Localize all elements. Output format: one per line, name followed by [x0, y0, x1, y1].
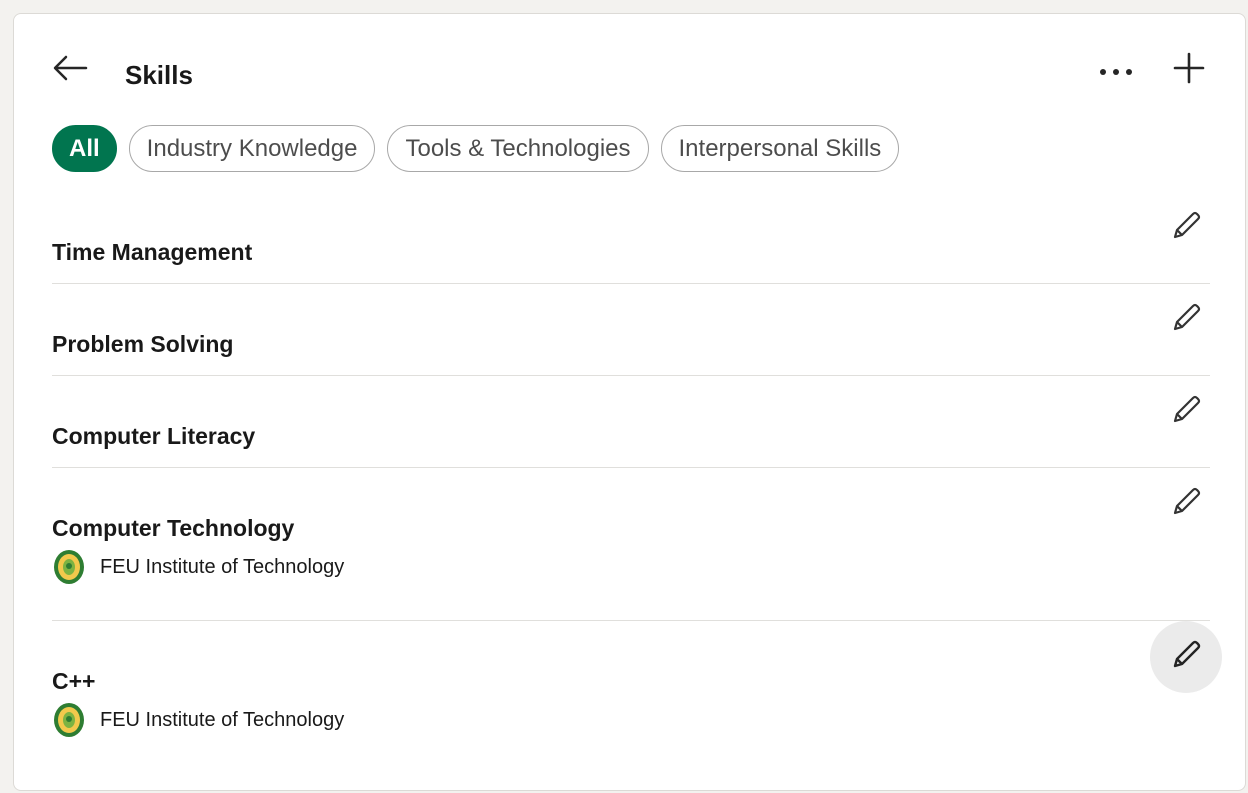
- page-title: Skills: [125, 60, 193, 90]
- edit-skill-button[interactable]: [1150, 621, 1222, 693]
- arrow-left-icon: [52, 54, 88, 87]
- filter-all[interactable]: All: [52, 125, 117, 172]
- pencil-icon: [1169, 485, 1203, 524]
- school-name: FEU Institute of Technology: [100, 555, 345, 578]
- skill-row: Computer Technology FEU Institute of Tec…: [52, 468, 1210, 621]
- filter-industry-knowledge[interactable]: Industry Knowledge: [128, 125, 376, 172]
- skill-name: Computer Technology: [52, 515, 295, 541]
- skill-name: Time Management: [52, 239, 253, 265]
- pencil-icon: [1169, 393, 1203, 432]
- more-options-button[interactable]: [1096, 52, 1136, 92]
- edit-skill-button[interactable]: [1150, 192, 1222, 264]
- skill-row: Problem Solving: [52, 284, 1210, 376]
- skill-filter-tabs: All Industry Knowledge Tools & Technolog…: [52, 125, 900, 172]
- skill-name: C++: [52, 668, 96, 694]
- skill-row: C++ FEU Institute of Technology: [52, 621, 1222, 774]
- pencil-icon: [1169, 638, 1203, 677]
- skill-row: Time Management: [52, 192, 1210, 284]
- edit-skill-button[interactable]: [1150, 376, 1222, 448]
- pencil-icon: [1169, 301, 1203, 340]
- skill-name: Problem Solving: [52, 331, 234, 357]
- skill-row: Computer Literacy: [52, 376, 1210, 468]
- skill-source[interactable]: FEU Institute of Technology: [52, 548, 344, 586]
- more-horizontal-icon: [1099, 63, 1133, 81]
- school-name: FEU Institute of Technology: [100, 708, 345, 731]
- skills-header: Skills: [14, 14, 1245, 124]
- edit-skill-button[interactable]: [1150, 468, 1222, 540]
- skills-list: Time Management Problem Solving Computer…: [52, 192, 1222, 774]
- filter-tools-technologies[interactable]: Tools & Technologies: [387, 125, 649, 172]
- pencil-icon: [1169, 209, 1203, 248]
- edit-skill-button[interactable]: [1150, 284, 1222, 356]
- skills-card: Skills All Industry Knowledge Tools & Te…: [13, 13, 1246, 791]
- feu-logo-icon: [52, 701, 86, 739]
- skill-name: Computer Literacy: [52, 423, 256, 449]
- plus-icon: [1173, 52, 1205, 89]
- filter-interpersonal-skills[interactable]: Interpersonal Skills: [660, 125, 900, 172]
- add-skill-button[interactable]: [1169, 50, 1209, 90]
- back-button[interactable]: [50, 52, 90, 88]
- feu-logo-icon: [52, 548, 86, 586]
- skill-source[interactable]: FEU Institute of Technology: [52, 701, 344, 739]
